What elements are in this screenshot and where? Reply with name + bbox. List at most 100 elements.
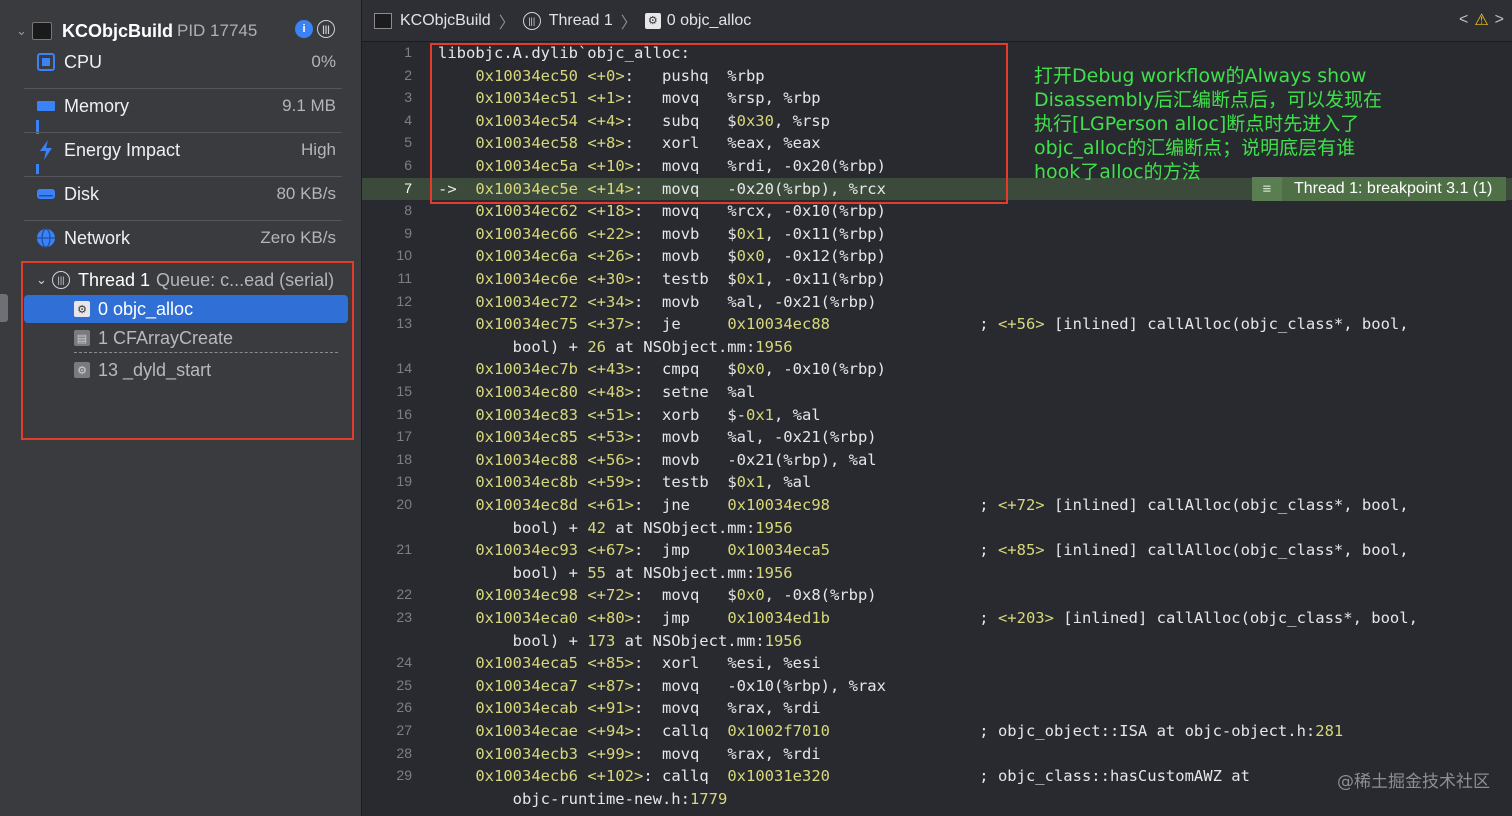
line-number[interactable]: 10 <box>362 247 412 263</box>
gear-icon: ⚙ <box>644 12 661 29</box>
chevron-right-icon: 〉 <box>498 14 515 32</box>
divider <box>24 88 342 89</box>
line-number[interactable]: 25 <box>362 677 412 693</box>
gauge-value: 0% <box>311 52 336 71</box>
gauge-label: CPU <box>64 51 103 72</box>
thread-row[interactable]: ⌄ ||| Thread 1 Queue: c...ead (serial) <box>36 268 334 292</box>
memory-icon <box>36 96 56 116</box>
table-icon: ▤ <box>74 330 90 346</box>
line-number[interactable]: 9 <box>362 225 412 241</box>
network-icon <box>36 228 56 248</box>
chevron-left-icon[interactable]: < <box>1459 11 1468 29</box>
frames-collapsed-divider <box>74 352 338 353</box>
gauge-memory[interactable]: Memory 9.1 MB <box>36 92 342 136</box>
code-line: bool) + 55 at NSObject.mm:1956 <box>438 563 793 582</box>
issue-navigation: < ⚠ > <box>1459 10 1504 30</box>
warning-icon[interactable]: ⚠ <box>1474 10 1488 30</box>
line-number[interactable]: 29 <box>362 767 412 783</box>
line-number[interactable]: 19 <box>362 473 412 489</box>
app-name: KCObjcBuild <box>62 20 173 41</box>
gauge-label: Energy Impact <box>64 139 181 160</box>
line-number[interactable]: 11 <box>362 270 412 286</box>
line-number[interactable]: 3 <box>362 89 412 105</box>
gauge-cpu[interactable]: CPU 0% <box>36 48 342 92</box>
gauge-label: Network <box>64 227 131 248</box>
code-line: objc-runtime-new.h:1779 <box>438 789 728 808</box>
gear-icon: ⚙ <box>74 301 90 317</box>
line-number[interactable]: 1 <box>362 44 412 60</box>
line-number[interactable]: 5 <box>362 134 412 150</box>
code-line: 0x10034ec80 <+48>: setne %al <box>475 383 756 401</box>
line-number[interactable]: 15 <box>362 383 412 399</box>
line-number[interactable]: 7 <box>362 180 412 196</box>
line-number[interactable]: 8 <box>362 202 412 218</box>
line-number[interactable]: 20 <box>362 496 412 512</box>
code-line: 0x10034eca7 <+87>: movq -0x10(%rbp), %ra… <box>475 676 886 695</box>
code-line: 0x10034ecab <+91>: movq %rax, %rdi <box>475 699 821 718</box>
info-icon[interactable]: i <box>295 20 313 38</box>
code-line: 0x10034ec7b <+43>: cmpq $0x0, -0x10(%rbp… <box>475 360 886 379</box>
stack-frame-dyld-start[interactable]: ⚙ 13 _dyld_start <box>24 356 348 384</box>
code-line: 0x10034eca0 <+80>: jmp 0x10034ed1b ; <+2… <box>475 609 1418 627</box>
code-line: 0x10034ec83 <+51>: xorb $-0x1, %al <box>475 405 821 424</box>
line-number[interactable]: 12 <box>362 293 412 309</box>
breadcrumb-thread[interactable]: Thread 1 <box>549 12 613 30</box>
app-icon <box>32 22 52 40</box>
resize-handle[interactable] <box>0 294 8 322</box>
line-number[interactable]: 23 <box>362 609 412 625</box>
energy-icon <box>36 140 56 160</box>
line-number[interactable]: 24 <box>362 654 412 670</box>
line-number[interactable]: 18 <box>362 451 412 467</box>
annotation-note: 打开Debug workflow的Always show Disassembly… <box>1034 65 1383 183</box>
gauge-value: 9.1 MB <box>282 96 336 115</box>
chevron-down-icon[interactable]: ⌄ <box>36 272 52 288</box>
disk-icon <box>36 184 56 204</box>
code-line: 0x10034ec88 <+56>: movb -0x21(%rbp), %al <box>475 450 877 469</box>
app-icon <box>374 12 392 29</box>
gauge-value: 80 KB/s <box>276 184 336 203</box>
stack-frame-objc-alloc[interactable]: ⚙ 0 objc_alloc <box>24 295 348 323</box>
line-number[interactable]: 22 <box>362 586 412 602</box>
code-line: 0x10034ec8d <+61>: jne 0x10034ec98 ; <+7… <box>475 496 1409 514</box>
line-number[interactable]: 13 <box>362 315 412 331</box>
code-line: 0x10034ec6a <+26>: movb $0x0, -0x12(%rbp… <box>475 247 886 266</box>
line-number[interactable]: 2 <box>362 67 412 83</box>
gauge-value: High <box>301 140 336 159</box>
process-controls: i ||| <box>295 20 335 38</box>
code-line: 0x10034ec66 <+22>: movb $0x1, -0x11(%rbp… <box>475 224 886 243</box>
stack-frame-label: 13 _dyld_start <box>98 359 212 380</box>
breadcrumb-project[interactable]: KCObjcBuild <box>400 12 491 30</box>
line-number[interactable]: 28 <box>362 745 412 761</box>
line-number[interactable]: 21 <box>362 541 412 557</box>
line-number[interactable]: 26 <box>362 699 412 715</box>
thread-icon: ||| <box>52 271 70 289</box>
line-number[interactable]: 16 <box>362 406 412 422</box>
line-number[interactable]: 4 <box>362 112 412 128</box>
line-number[interactable]: 6 <box>362 157 412 173</box>
line-number[interactable]: 27 <box>362 722 412 738</box>
stack-frame-label: 1 CFArrayCreate <box>98 327 234 348</box>
code-line: 0x10034ec93 <+67>: jmp 0x10034eca5 ; <+8… <box>475 541 1409 560</box>
code-line: 0x10034ecae <+94>: callq 0x1002f7010 ; o… <box>475 722 1344 740</box>
thread-icon: ||| <box>522 11 541 30</box>
jump-bar: KCObjcBuild 〉 ||| Thread 1 〉 ⚙ 0 objc_al… <box>362 0 1512 42</box>
thread-label: Thread 1 <box>78 269 151 290</box>
gauge-disk[interactable]: Disk 80 KB/s <box>36 180 342 224</box>
code-line: 0x10034ec98 <+72>: movq $0x0, -0x8(%rbp) <box>475 586 877 605</box>
code-line: 0x10034ecb3 <+99>: movq %rax, %rdi <box>475 744 821 763</box>
threads-icon[interactable]: ||| <box>317 20 335 38</box>
breadcrumb-frame[interactable]: 0 objc_alloc <box>667 12 752 30</box>
process-id: PID 17745 <box>177 21 258 40</box>
code-line: bool) + 42 at NSObject.mm:1956 <box>438 518 793 537</box>
line-number[interactable]: 14 <box>362 360 412 376</box>
chevron-right-icon[interactable]: > <box>1495 11 1504 29</box>
stack-frame-cfarraycreate[interactable]: ▤ 1 CFArrayCreate <box>24 324 348 352</box>
chevron-down-icon[interactable]: ⌄ <box>16 23 32 39</box>
gauge-label: Memory <box>64 95 130 116</box>
cpu-icon <box>36 52 56 72</box>
gauge-energy[interactable]: Energy Impact High <box>36 136 342 180</box>
line-number[interactable]: 17 <box>362 428 412 444</box>
process-header[interactable]: ⌄ KCObjcBuild PID 17745 <box>16 18 257 44</box>
gauge-label: Disk <box>64 183 99 204</box>
divider <box>24 220 342 221</box>
